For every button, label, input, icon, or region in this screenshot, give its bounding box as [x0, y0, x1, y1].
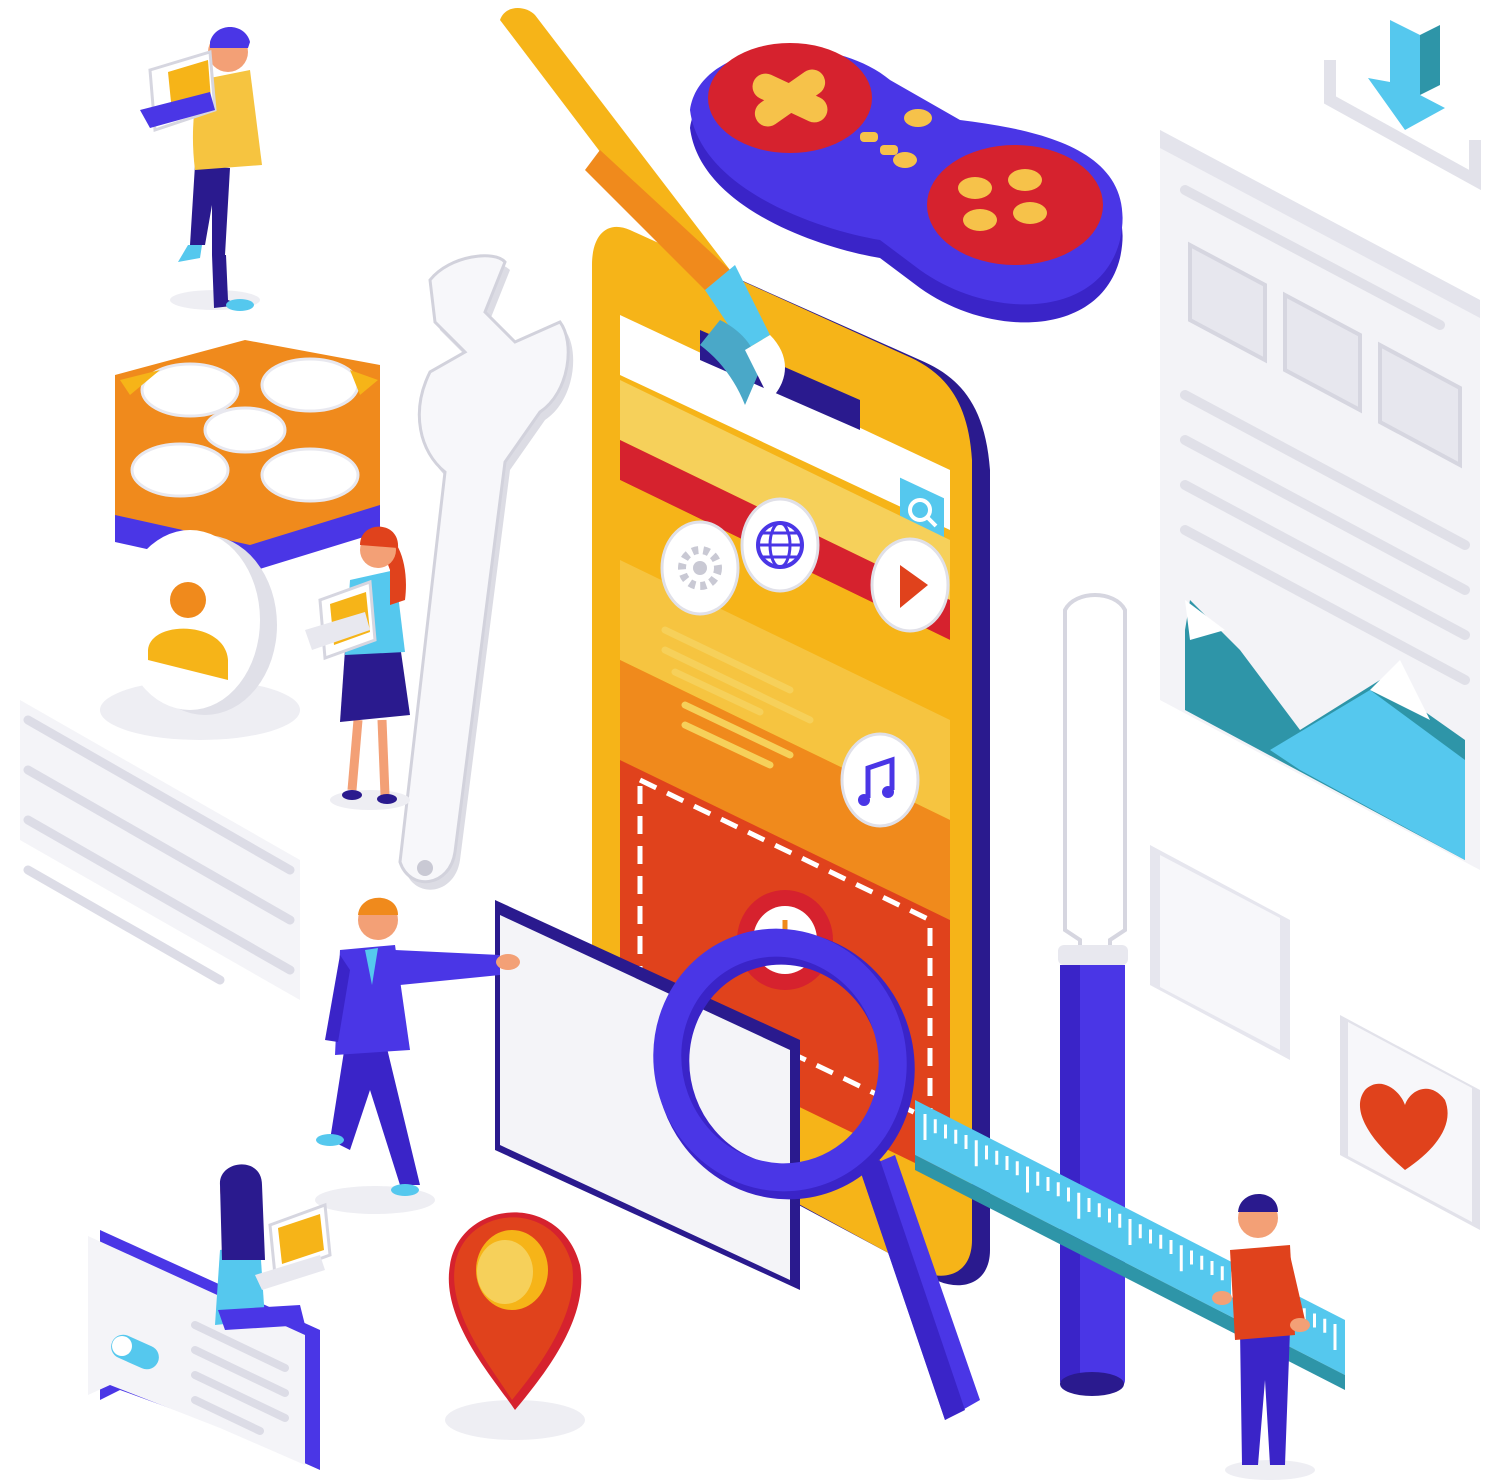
left-document-panel [20, 700, 300, 1000]
gamepad-icon [690, 43, 1123, 323]
gear-icon[interactable] [660, 520, 740, 616]
download-arrow-icon [1324, 20, 1481, 191]
puzzle-tile-icon [115, 340, 380, 572]
globe-icon[interactable] [740, 497, 820, 593]
right-document-panel [1160, 130, 1480, 870]
blank-card [1150, 845, 1290, 1060]
person-with-laptop-middle [305, 526, 410, 810]
screwdriver-icon [1058, 593, 1128, 1396]
wrench-icon [398, 254, 574, 890]
favorite-card [1340, 1015, 1480, 1230]
illustration-stage [0, 0, 1506, 1484]
app-development-illustration [20, 8, 1481, 1480]
map-pin-icon [445, 1212, 585, 1440]
person-sitting-laptop [215, 1164, 332, 1330]
music-note-icon[interactable] [840, 732, 920, 828]
person-presenting [315, 897, 520, 1214]
person-with-laptop-top [140, 27, 262, 311]
play-icon[interactable] [870, 537, 950, 633]
